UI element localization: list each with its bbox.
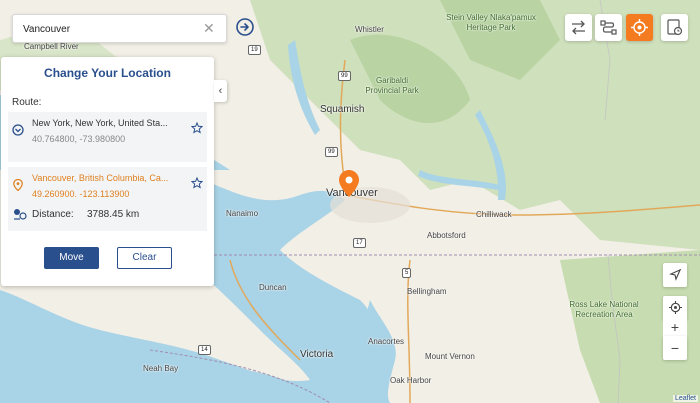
route-icon: [600, 20, 617, 35]
map-attribution[interactable]: Leaflet: [672, 395, 698, 402]
arrow-right-circle-icon[interactable]: [234, 16, 256, 38]
map-label-victoria: Victoria: [300, 349, 334, 360]
zoom-out-button[interactable]: −: [663, 336, 687, 360]
map-label-stein-valley: Stein Valley Nlaka'pamux Heritage Park: [446, 13, 536, 32]
swap-icon: [572, 20, 585, 35]
start-location-coords: 40.764800, -73.980800: [32, 134, 126, 144]
swap-button[interactable]: [565, 14, 592, 41]
highway-shield: 99: [325, 147, 338, 157]
map-label-abbotsford: Abbotsford: [427, 231, 466, 240]
search-input[interactable]: [21, 20, 200, 38]
search-bar[interactable]: ✕: [12, 14, 254, 43]
start-location-name: New York, New York, United Sta...: [32, 118, 168, 128]
plus-icon: +: [670, 319, 680, 335]
distance-value: 3788.45 km: [87, 209, 140, 220]
end-location-name: Vancouver, British Columbia, Ca...: [32, 173, 169, 183]
highway-shield: 14: [198, 345, 211, 355]
map-label-squamish: Squamish: [320, 104, 365, 115]
map-label-whistler: Whistler: [355, 25, 384, 34]
map-label-campbell-river: Campbell River: [24, 42, 79, 51]
route-button[interactable]: [595, 14, 622, 41]
panel-title: Change Your Location: [44, 66, 171, 80]
star-icon[interactable]: [191, 122, 203, 134]
map-label-neah-bay: Neah Bay: [143, 364, 179, 373]
star-icon[interactable]: [191, 177, 203, 189]
distance-icon: [14, 209, 27, 220]
start-point-icon: [12, 124, 24, 136]
teleport-button[interactable]: [626, 14, 653, 41]
clear-button[interactable]: Clear: [117, 247, 172, 269]
map-label-duncan: Duncan: [259, 283, 287, 292]
move-button[interactable]: Move: [44, 247, 99, 269]
chevron-left-icon: ‹: [218, 85, 223, 97]
map-label-ross-lake: Ross Lake National Recreation Area: [569, 300, 639, 319]
distance-label: Distance:: [32, 209, 74, 220]
map-label-anacortes: Anacortes: [368, 337, 405, 346]
minus-icon: −: [670, 340, 680, 356]
history-icon: [667, 19, 683, 36]
map-label-bellingham: Bellingham: [407, 287, 447, 296]
navigation-arrow-icon: [668, 268, 681, 281]
navigate-button[interactable]: [663, 263, 687, 287]
highway-shield: 19: [248, 45, 261, 55]
map-label-nanaimo: Nanaimo: [226, 209, 259, 218]
collapse-panel-button[interactable]: ‹: [214, 80, 227, 102]
highway-shield: 99: [338, 71, 351, 81]
close-icon[interactable]: ✕: [203, 20, 215, 36]
change-location-panel: Change Your Location Route: New York, Ne…: [1, 57, 214, 286]
history-button[interactable]: [661, 14, 688, 41]
highway-shield: 17: [353, 238, 366, 248]
highway-shield: 5: [402, 268, 412, 278]
route-start-item[interactable]: New York, New York, United Sta... 40.764…: [8, 112, 207, 162]
location-pin-icon[interactable]: [339, 170, 359, 198]
crosshair-icon: [668, 301, 682, 314]
map-label-mount-vernon: Mount Vernon: [425, 352, 475, 361]
map-label-garibaldi: Garibaldi Provincial Park: [365, 76, 419, 95]
map-label-chilliwack: Chilliwack: [476, 210, 512, 219]
map-label-oak-harbor: Oak Harbor: [390, 376, 432, 385]
map-marker-icon: [13, 179, 23, 191]
distance-row: Distance: 3788.45 km: [8, 197, 207, 231]
route-label: Route:: [12, 97, 42, 108]
target-icon: [631, 19, 648, 36]
